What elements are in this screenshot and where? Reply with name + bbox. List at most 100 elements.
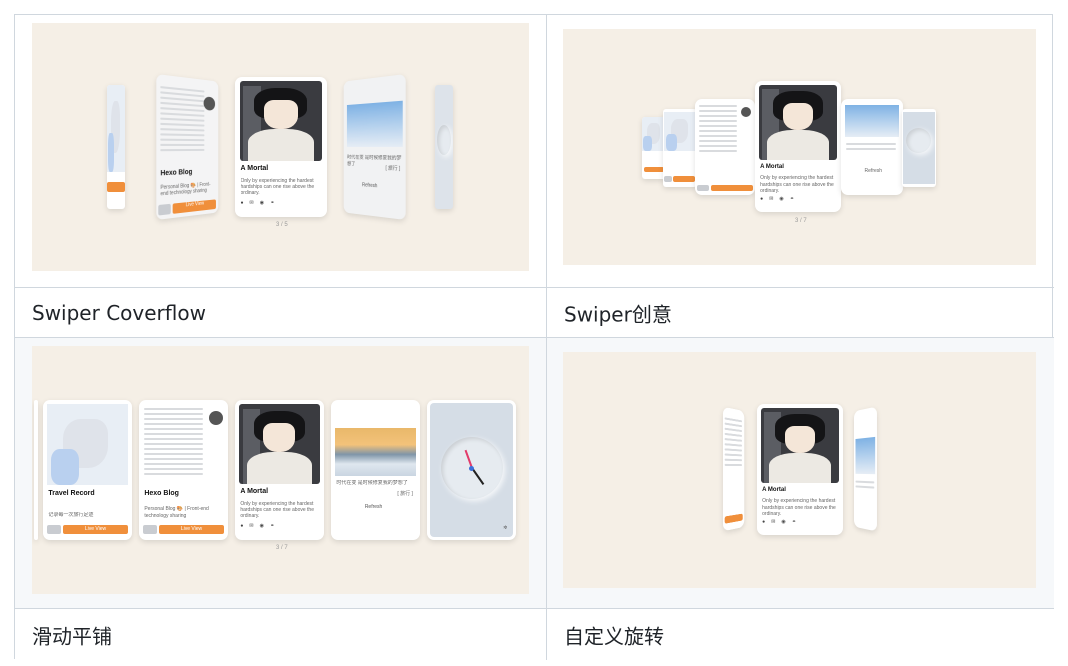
- card-description: Only by experiencing the hardest hardshi…: [241, 178, 322, 197]
- refresh-button[interactable]: Refresh: [362, 182, 377, 189]
- photo-text-lines: [846, 143, 896, 153]
- pagination: 3 / 5: [276, 222, 288, 228]
- map-image: [664, 112, 695, 151]
- clock-icon: [441, 437, 503, 499]
- more-button[interactable]: [697, 185, 709, 191]
- rotate-active-card[interactable]: A Mortal Only by experiencing the hardes…: [757, 404, 843, 535]
- card-title: A Mortal: [762, 487, 786, 493]
- rotate-cell: A Mortal Only by experiencing the hardes…: [546, 337, 1054, 608]
- caption-cell-rotate: 自定义旋转: [546, 608, 1054, 660]
- photo-text-lines: [856, 481, 874, 492]
- slide-cell: Travel Record 记录每一次旅行足迹 Live View Hexo B…: [15, 337, 546, 608]
- live-view-button[interactable]: [673, 176, 695, 181]
- clock-icon: [906, 128, 931, 153]
- creative-travel-card[interactable]: [663, 109, 697, 187]
- refresh-button[interactable]: Refresh: [365, 504, 383, 510]
- settings-icon[interactable]: ✲: [503, 525, 507, 531]
- pagination: 3 / 7: [276, 545, 288, 551]
- live-view-button[interactable]: [644, 167, 663, 172]
- bilibili-icon[interactable]: ●: [762, 519, 765, 525]
- live-view-button[interactable]: [107, 182, 125, 192]
- social-icons: ● ✉ ◉ ⚭: [760, 196, 794, 202]
- github-icon[interactable]: ◉: [260, 523, 264, 529]
- rotate-preview[interactable]: A Mortal Only by experiencing the hardes…: [563, 352, 1036, 588]
- blog-text-lines: [725, 417, 742, 469]
- card-title: A Mortal: [760, 164, 784, 170]
- link-icon[interactable]: ⚭: [270, 523, 274, 529]
- live-view-button[interactable]: [725, 513, 743, 523]
- link-icon[interactable]: ⚭: [270, 200, 274, 206]
- slide-photo-card[interactable]: 时代在变 是时候修复我的梦想了 [ 旅行 ] Refresh: [331, 400, 420, 540]
- blog-title: Hexo Blog: [144, 490, 179, 497]
- mail-icon[interactable]: ✉: [249, 523, 253, 529]
- avatar: [741, 107, 751, 117]
- mail-icon[interactable]: ✉: [769, 196, 773, 202]
- live-view-button[interactable]: [711, 185, 752, 191]
- creative-clock-card[interactable]: [902, 109, 936, 187]
- creative-active-card[interactable]: A Mortal Only by experiencing the hardes…: [755, 81, 841, 212]
- clock-panel: [903, 112, 934, 184]
- mail-icon[interactable]: ✉: [250, 200, 254, 206]
- creative-photo-card[interactable]: Refresh: [841, 99, 903, 195]
- card-description: Only by experiencing the hardest hardshi…: [760, 175, 836, 194]
- card-description: Only by experiencing the hardest hardshi…: [762, 498, 838, 517]
- bilibili-icon[interactable]: ●: [240, 523, 243, 529]
- card-description: Only by experiencing the hardest hardshi…: [240, 501, 318, 520]
- rotate-right-card[interactable]: [854, 406, 877, 531]
- card-title: A Mortal: [240, 488, 268, 495]
- slide-preview[interactable]: Travel Record 记录每一次旅行足迹 Live View Hexo B…: [32, 346, 529, 594]
- live-view-button[interactable]: Live View: [172, 200, 216, 214]
- sunset-photo: [335, 428, 415, 476]
- creative-preview[interactable]: A Mortal Only by experiencing the hardes…: [563, 29, 1036, 265]
- travel-title: Travel Record: [48, 490, 94, 497]
- github-icon[interactable]: ◉: [779, 196, 783, 202]
- blog-text-lines: [160, 86, 204, 154]
- caption-cell-coverflow: Swiper Coverflow: [15, 287, 546, 337]
- caption-creative: Swiper创意: [564, 298, 672, 327]
- live-view-button[interactable]: Live View: [159, 525, 225, 535]
- more-button[interactable]: [664, 176, 671, 181]
- pagination: 3 / 7: [795, 218, 807, 224]
- coverflow-photo-card[interactable]: 时代在变 是时候修复我的梦想了 [ 旅行 ] Refresh: [344, 74, 406, 220]
- clock-icon: [437, 125, 451, 155]
- caption-coverflow: Swiper Coverflow: [32, 301, 206, 325]
- blog-text-lines: [144, 408, 203, 478]
- slide-blog-card[interactable]: Hexo Blog Personal Blog 🎨 | Front-end te…: [139, 400, 228, 540]
- bilibili-icon[interactable]: ●: [760, 196, 763, 202]
- social-icons: ● ✉ ◉ ⚭: [762, 519, 796, 525]
- live-view-button[interactable]: Live View: [63, 525, 129, 535]
- refresh-button[interactable]: Refresh: [865, 168, 883, 174]
- coverflow-preview[interactable]: Hexo Blog Personal Blog 🎨 | Front-end te…: [32, 23, 529, 271]
- mail-icon[interactable]: ✉: [771, 519, 775, 525]
- map-image: [107, 85, 125, 172]
- caption-cell-slide: 滑动平铺: [15, 608, 546, 660]
- bilibili-icon[interactable]: ●: [241, 200, 244, 206]
- sky-photo: [855, 437, 875, 474]
- slide-active-card[interactable]: A Mortal Only by experiencing the hardes…: [235, 400, 324, 540]
- avatar-image: [759, 85, 836, 160]
- photo-tag: [ 旅行 ]: [397, 490, 413, 497]
- coverflow-far-right-card[interactable]: [435, 85, 453, 209]
- coverflow-far-left-card[interactable]: [107, 85, 125, 209]
- creative-blog-card[interactable]: [695, 99, 755, 195]
- more-button[interactable]: [143, 525, 157, 535]
- slide-clock-card[interactable]: ✲: [427, 400, 516, 540]
- slide-travel-card[interactable]: Travel Record 记录每一次旅行足迹 Live View: [43, 400, 132, 540]
- sky-photo: [346, 101, 402, 147]
- link-icon[interactable]: ⚭: [790, 196, 794, 202]
- link-icon[interactable]: ⚭: [792, 519, 796, 525]
- photo-tag: [ 旅行 ]: [385, 164, 400, 172]
- creative-cell: A Mortal Only by experiencing the hardes…: [546, 15, 1054, 287]
- rotate-left-card[interactable]: [723, 407, 744, 532]
- more-button[interactable]: [158, 204, 170, 215]
- coverflow-blog-card[interactable]: Hexo Blog Personal Blog 🎨 | Front-end te…: [156, 74, 218, 220]
- avatar: [203, 96, 214, 110]
- blog-description: Personal Blog 🎨 | Front-end technology s…: [144, 506, 222, 519]
- blog-description: Personal Blog 🎨 | Front-end technology s…: [160, 181, 215, 198]
- coverflow-cell: Hexo Blog Personal Blog 🎨 | Front-end te…: [15, 15, 546, 287]
- more-button[interactable]: [47, 525, 61, 535]
- coverflow-active-card[interactable]: A Mortal Only by experiencing the hardes…: [235, 77, 327, 217]
- github-icon[interactable]: ◉: [260, 200, 264, 206]
- card-title: A Mortal: [241, 165, 269, 172]
- github-icon[interactable]: ◉: [781, 519, 785, 525]
